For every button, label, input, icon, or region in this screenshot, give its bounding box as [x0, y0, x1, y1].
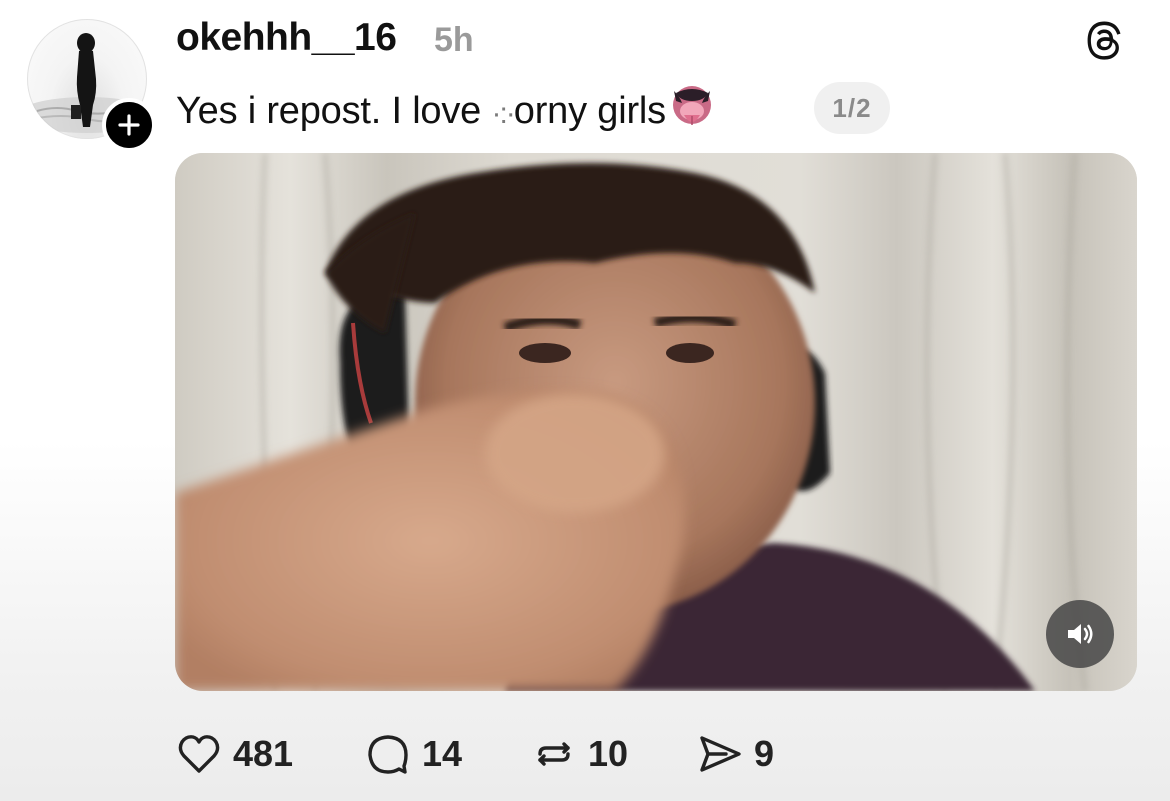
- comment-count: 14: [422, 733, 463, 774]
- comment-bubble-icon: [364, 730, 412, 778]
- media-page-counter: 1/2: [814, 82, 890, 134]
- heart-icon: [175, 730, 223, 778]
- like-count: 481: [233, 733, 294, 774]
- post-caption: Yes i repost. I love ·:·orny girls: [176, 83, 716, 137]
- tongue-out-face-emoji: [668, 83, 716, 131]
- repost-icon: [530, 730, 578, 778]
- share-count: 9: [754, 733, 775, 774]
- username-link[interactable]: okehhh__16: [176, 14, 397, 62]
- caption-text-before: Yes i repost. I love: [176, 90, 492, 132]
- comment-button[interactable]: 14: [364, 728, 462, 780]
- volume-button[interactable]: [1046, 600, 1114, 668]
- video-player[interactable]: [175, 153, 1137, 691]
- follow-button[interactable]: [102, 98, 156, 152]
- like-button[interactable]: 481: [175, 728, 293, 780]
- send-icon: [696, 730, 744, 778]
- post-timestamp: 5h: [434, 21, 474, 59]
- plus-icon: [117, 113, 141, 137]
- share-button[interactable]: 9: [696, 728, 774, 780]
- repost-count: 10: [588, 733, 629, 774]
- repost-button[interactable]: 10: [530, 728, 628, 780]
- caption-masked-letter: ·:·: [491, 97, 515, 130]
- threads-logo-icon[interactable]: [1082, 18, 1126, 62]
- caption-text-after: orny girls: [513, 90, 666, 132]
- video-frame: [175, 153, 1137, 691]
- speaker-icon: [1063, 617, 1097, 651]
